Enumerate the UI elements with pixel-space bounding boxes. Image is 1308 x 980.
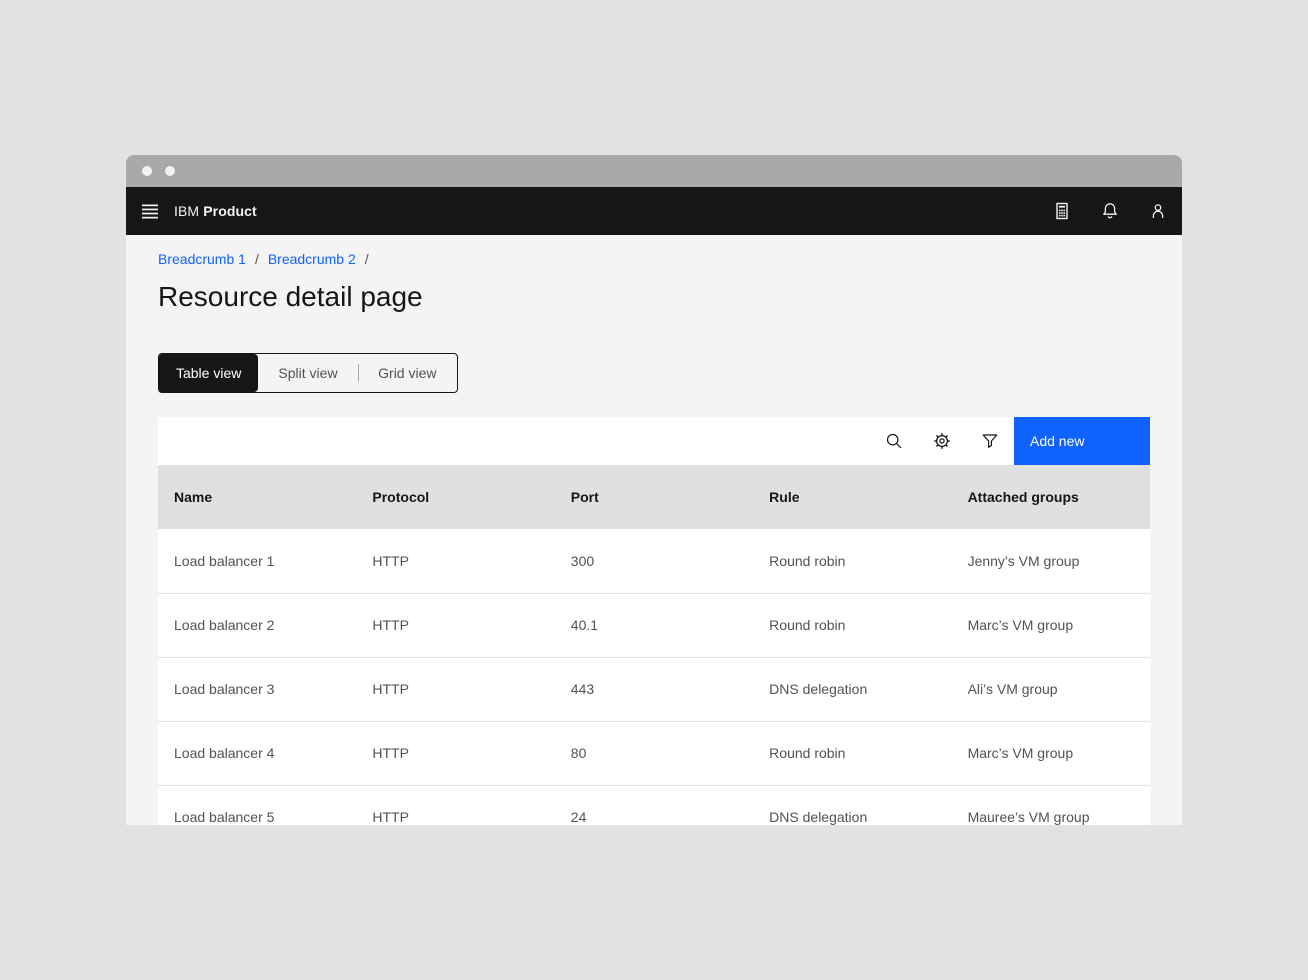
filter-icon <box>981 432 999 450</box>
user-avatar-button[interactable] <box>1134 187 1182 235</box>
column-header: Name <box>158 465 356 529</box>
search-button[interactable] <box>870 417 918 465</box>
page-title: Resource detail page <box>158 279 1150 315</box>
notifications-icon <box>1100 201 1120 221</box>
tab-split-view[interactable]: Split view <box>258 354 357 392</box>
table-cell: Marc’s VM group <box>952 593 1150 657</box>
table-cell: DNS delegation <box>753 657 951 721</box>
table-cell: HTTP <box>356 529 554 593</box>
table-cell: Jenny’s VM group <box>952 529 1150 593</box>
column-header: Attached groups <box>952 465 1150 529</box>
breadcrumb-separator: / <box>255 250 259 268</box>
table-cell: Mauree’s VM group <box>952 785 1150 825</box>
add-new-button[interactable]: Add new <box>1014 417 1150 465</box>
notifications-button[interactable] <box>1086 187 1134 235</box>
table-cell: Ali’s VM group <box>952 657 1150 721</box>
table-row[interactable]: Load balancer 4HTTP80Round robinMarc’s V… <box>158 721 1150 785</box>
table-row[interactable]: Load balancer 5HTTP24DNS delegationMaure… <box>158 785 1150 825</box>
table-cell: HTTP <box>356 721 554 785</box>
menu-button[interactable] <box>126 187 174 235</box>
table-cell: DNS delegation <box>753 785 951 825</box>
tab-table-view[interactable]: Table view <box>159 354 258 392</box>
table-row[interactable]: Load balancer 1HTTP300Round robinJenny’s… <box>158 529 1150 593</box>
table-cell: Load balancer 4 <box>158 721 356 785</box>
settings-icon <box>933 432 951 450</box>
table-row[interactable]: Load balancer 2HTTP40.1Round robinMarc’s… <box>158 593 1150 657</box>
table-cell: Load balancer 2 <box>158 593 356 657</box>
table-body: Load balancer 1HTTP300Round robinJenny’s… <box>158 529 1150 825</box>
resource-table: NameProtocolPortRuleAttached groups Load… <box>158 465 1150 825</box>
window-chrome <box>126 155 1182 187</box>
table-row[interactable]: Load balancer 3HTTP443DNS delegationAli’… <box>158 657 1150 721</box>
table-cell: Round robin <box>753 721 951 785</box>
table-cell: Load balancer 3 <box>158 657 356 721</box>
tab-grid-view[interactable]: Grid view <box>358 354 457 392</box>
table-cell: 40.1 <box>555 593 753 657</box>
table-cell: HTTP <box>356 785 554 825</box>
app-window: IBM Product <box>126 155 1182 825</box>
table-cell: Round robin <box>753 529 951 593</box>
search-icon <box>885 432 903 450</box>
table-cell: Marc’s VM group <box>952 721 1150 785</box>
table-cell: 300 <box>555 529 753 593</box>
column-header: Port <box>555 465 753 529</box>
table-cell: Round robin <box>753 593 951 657</box>
breadcrumb-link-1[interactable]: Breadcrumb 1 <box>158 250 246 268</box>
brand-title: IBM Product <box>174 203 257 219</box>
table-cell: Load balancer 1 <box>158 529 356 593</box>
breadcrumb-separator: / <box>365 250 369 268</box>
table-cell: HTTP <box>356 593 554 657</box>
breadcrumb-link-2[interactable]: Breadcrumb 2 <box>268 250 356 268</box>
table-cell: 80 <box>555 721 753 785</box>
breadcrumb: Breadcrumb 1 / Breadcrumb 2 / <box>158 250 1150 268</box>
table-cell: Load balancer 5 <box>158 785 356 825</box>
user-avatar-icon <box>1148 201 1168 221</box>
column-header: Protocol <box>356 465 554 529</box>
view-switcher: Table view Split view Grid view <box>158 353 458 393</box>
switcher-panel-button[interactable] <box>1038 187 1086 235</box>
filter-button[interactable] <box>966 417 1014 465</box>
table-header-row: NameProtocolPortRuleAttached groups <box>158 465 1150 529</box>
table-cell: 443 <box>555 657 753 721</box>
window-dot-1[interactable] <box>142 166 152 176</box>
column-header: Rule <box>753 465 951 529</box>
settings-button[interactable] <box>918 417 966 465</box>
window-dot-2[interactable] <box>165 166 175 176</box>
switcher-panel-icon <box>1052 201 1072 221</box>
table-cell: 24 <box>555 785 753 825</box>
page-content: Breadcrumb 1 / Breadcrumb 2 / Resource d… <box>126 235 1182 825</box>
menu-icon <box>140 201 160 221</box>
app-header: IBM Product <box>126 187 1182 235</box>
table-cell: HTTP <box>356 657 554 721</box>
table-toolbar: Add new <box>158 417 1150 465</box>
